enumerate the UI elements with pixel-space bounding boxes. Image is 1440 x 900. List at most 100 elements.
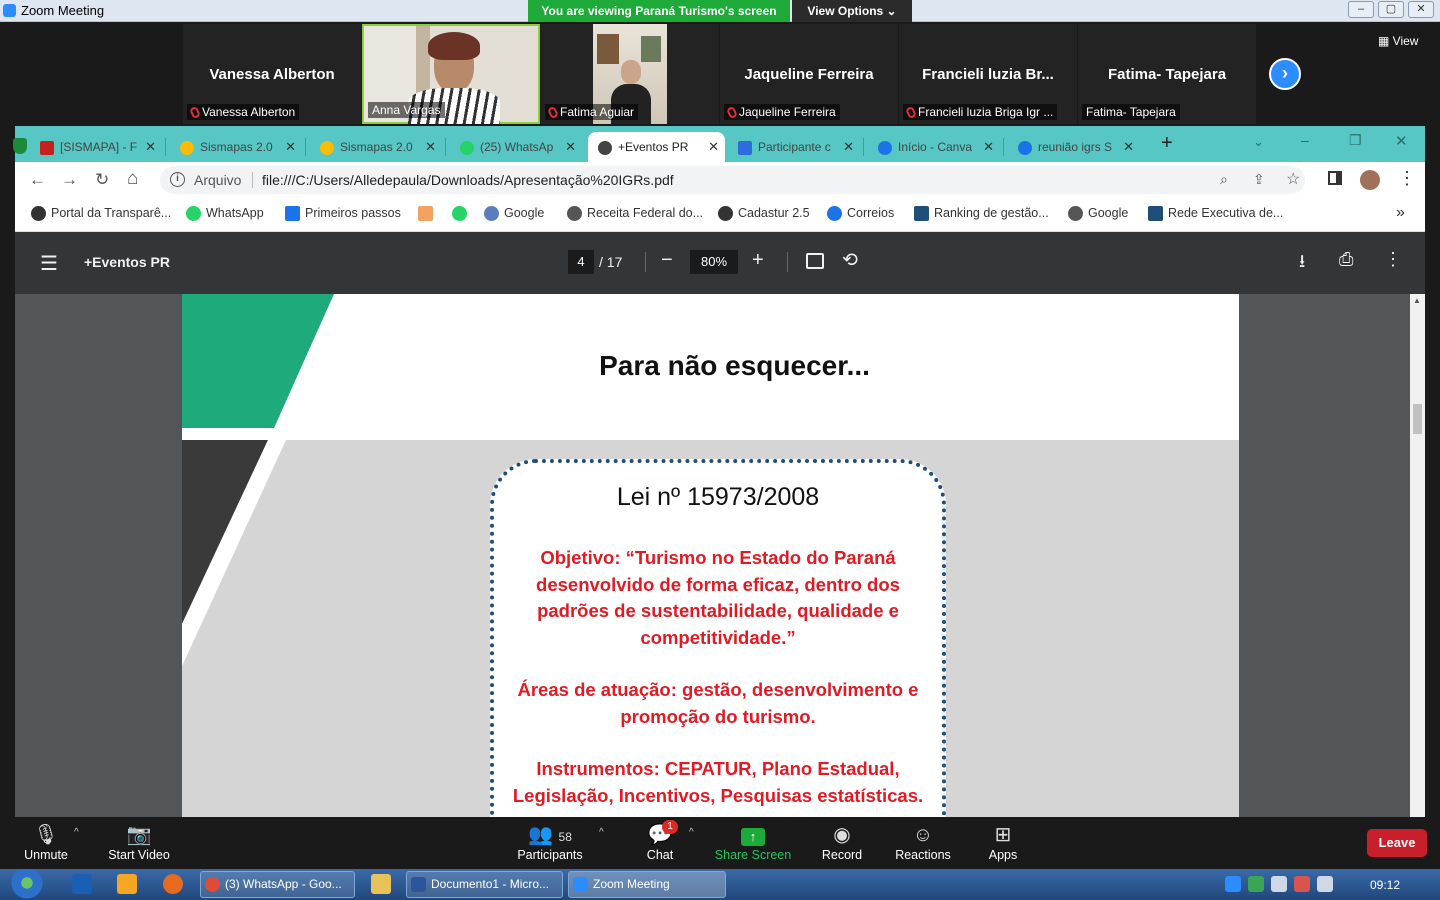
bookmark-item[interactable]: Correios xyxy=(827,206,894,221)
page-number-input[interactable]: 4 xyxy=(568,250,594,274)
share-icon[interactable]: ⇪ xyxy=(1253,171,1265,188)
zoom-tray-icon[interactable] xyxy=(1225,876,1241,892)
bookmark-item[interactable]: Receita Federal do... xyxy=(567,206,703,221)
participants-button[interactable]: 👥 58 Participants xyxy=(512,822,588,862)
media-player-icon[interactable] xyxy=(117,874,137,894)
law-number: Lei nº 15973/2008 xyxy=(616,483,820,511)
tab-close-icon[interactable]: ✕ xyxy=(843,139,854,155)
forward-arrow-icon[interactable]: → xyxy=(61,170,78,190)
taskbar-clock[interactable]: 09:12 xyxy=(1370,878,1400,892)
download-icon[interactable]: ⭳ xyxy=(1299,249,1305,279)
taskbar-word[interactable]: Documento1 - Micro... xyxy=(406,871,563,898)
info-icon[interactable]: i xyxy=(170,172,185,187)
browser-close-icon[interactable]: ✕ xyxy=(1395,132,1408,150)
outlook-icon[interactable] xyxy=(72,874,92,894)
bookmark-item[interactable]: Google xyxy=(1068,206,1128,221)
browser-tab[interactable]: Participante c ✕ xyxy=(728,132,860,162)
new-tab-plus-icon[interactable]: + xyxy=(1161,132,1173,155)
taskbar-zoom[interactable]: Zoom Meeting xyxy=(568,871,726,898)
browser-tab[interactable]: reunião igrs S ✕ xyxy=(1008,132,1140,162)
share-screen-button[interactable]: ↑ Share Screen xyxy=(714,822,792,862)
zoom-level-input[interactable]: 80% xyxy=(690,250,738,274)
browser-tab-active[interactable]: +Eventos PR ✕ xyxy=(588,132,725,162)
start-button-icon[interactable] xyxy=(8,869,46,900)
tab-close-icon[interactable]: ✕ xyxy=(983,139,994,155)
file-explorer-icon[interactable] xyxy=(371,874,391,894)
view-button[interactable]: ▦ View xyxy=(1378,34,1418,48)
browser-minimize-icon[interactable]: – xyxy=(1301,132,1309,148)
firefox-icon[interactable] xyxy=(163,874,183,894)
profile-avatar[interactable] xyxy=(1360,170,1380,190)
maximize-button[interactable]: ▢ xyxy=(1378,1,1404,18)
start-video-button[interactable]: 📷 Start Video xyxy=(104,822,174,862)
unmute-button[interactable]: 🎙 Unmute xyxy=(20,822,72,862)
bookmark-item[interactable]: Rede Executiva de... xyxy=(1148,206,1283,221)
browser-tab[interactable]: Sismapas 2.0 ✕ xyxy=(170,132,302,162)
bookmark-item[interactable]: WhatsApp xyxy=(186,206,264,221)
bookmark-item[interactable]: Primeiros passos xyxy=(285,206,401,221)
participant-tile-active[interactable]: Anna Vargas xyxy=(362,24,540,124)
participant-label: Fatima- Tapejara xyxy=(1082,104,1180,120)
zoom-in-icon[interactable]: + xyxy=(752,249,764,272)
tab-close-icon[interactable]: ✕ xyxy=(145,139,156,155)
pdf-scrollbar[interactable]: ▲ xyxy=(1410,294,1425,817)
bookmark-item[interactable]: Portal da Transparê... xyxy=(31,206,171,221)
fit-page-icon[interactable] xyxy=(806,253,824,269)
leave-button[interactable]: Leave xyxy=(1367,829,1427,857)
pdf-more-icon[interactable]: ⋮ xyxy=(1384,249,1402,270)
browser-restore-icon[interactable]: ❐ xyxy=(1349,132,1362,149)
tab-close-icon[interactable]: ✕ xyxy=(285,139,296,155)
reactions-button[interactable]: ☺ Reactions xyxy=(892,822,954,862)
view-options-button[interactable]: View Options ⌄ xyxy=(792,0,912,22)
close-button[interactable]: ✕ xyxy=(1408,1,1434,18)
pdf-viewport[interactable]: Para não esquecer... Lei nº 15973/2008 O… xyxy=(15,294,1425,817)
network-error-icon[interactable] xyxy=(1294,876,1310,892)
chat-caret-icon[interactable]: ^ xyxy=(689,827,694,838)
scroll-up-icon[interactable]: ▲ xyxy=(1413,296,1421,305)
rotate-icon[interactable]: ⟲ xyxy=(842,249,858,272)
tab-close-icon[interactable]: ✕ xyxy=(565,139,576,155)
hamburger-menu-icon[interactable]: ☰ xyxy=(40,251,58,276)
participant-tile[interactable]: Fatima Aguiar xyxy=(541,24,719,124)
bookmark-star-icon[interactable]: ☆ xyxy=(1286,169,1300,189)
speaker-icon[interactable] xyxy=(1271,876,1287,892)
print-icon[interactable]: ⎙ xyxy=(1339,249,1353,270)
tab-search-chevron-icon[interactable]: ⌄ xyxy=(1253,134,1264,150)
participant-tile[interactable]: Jaqueline Ferreira Jaqueline Ferreira xyxy=(720,24,898,124)
browser-tab[interactable]: (25) WhatsAp ✕ xyxy=(450,132,582,162)
browser-tab[interactable]: [SISMAPA] - F ✕ xyxy=(30,132,162,162)
next-page-arrow-icon[interactable]: › xyxy=(1269,58,1301,90)
url-text[interactable]: file:///C:/Users/Alledepaula/Downloads/A… xyxy=(262,172,674,188)
participant-name: Fatima- Tapejara xyxy=(1107,66,1227,83)
bookmark-item[interactable]: Cadastur 2.5 xyxy=(718,206,810,221)
browser-tab[interactable]: Início - Canva ✕ xyxy=(868,132,1000,162)
signal-icon[interactable] xyxy=(1317,876,1333,892)
zoom-out-icon[interactable]: − xyxy=(661,249,673,272)
side-panel-icon[interactable] xyxy=(1328,171,1342,185)
participant-tile[interactable]: Francieli luzia Br... Francieli luzia Br… xyxy=(899,24,1077,124)
bookmark-item[interactable]: Google xyxy=(484,206,544,221)
tab-close-icon[interactable]: ✕ xyxy=(1123,139,1134,155)
scrollbar-thumb[interactable] xyxy=(1413,404,1422,434)
security-tray-icon[interactable] xyxy=(1248,876,1264,892)
home-icon[interactable]: ⌂ xyxy=(127,168,138,190)
tab-close-icon[interactable]: ✕ xyxy=(425,139,436,155)
browser-tab[interactable]: Sismapas 2.0 ✕ xyxy=(310,132,442,162)
participant-tile[interactable]: Fatima- Tapejara Fatima- Tapejara xyxy=(1078,24,1256,124)
reload-icon[interactable]: ↻ xyxy=(95,170,109,190)
taskbar-chrome-whatsapp[interactable]: (3) WhatsApp - Goo... xyxy=(200,871,355,898)
record-button[interactable]: ◉ Record xyxy=(818,822,866,862)
window-controls: – ▢ ✕ xyxy=(1348,1,1434,19)
zoom-magnifier-icon[interactable]: ⌕ xyxy=(1220,171,1228,188)
audio-options-caret-icon[interactable]: ^ xyxy=(74,827,79,838)
back-arrow-icon[interactable]: ← xyxy=(29,170,46,190)
address-bar[interactable]: i Arquivo file:///C:/Users/Alledepaula/D… xyxy=(160,166,1305,194)
more-bookmarks-icon[interactable]: » xyxy=(1396,204,1405,222)
tab-close-icon[interactable]: ✕ xyxy=(708,139,719,155)
participants-caret-icon[interactable]: ^ xyxy=(599,827,604,838)
browser-menu-icon[interactable]: ⋮ xyxy=(1398,168,1416,189)
participant-tile[interactable]: Vanessa Alberton Vanessa Alberton xyxy=(183,24,361,124)
minimize-button[interactable]: – xyxy=(1348,1,1374,18)
apps-button[interactable]: ⊞ Apps xyxy=(984,822,1022,862)
bookmark-item[interactable]: Ranking de gestão... xyxy=(914,206,1049,221)
